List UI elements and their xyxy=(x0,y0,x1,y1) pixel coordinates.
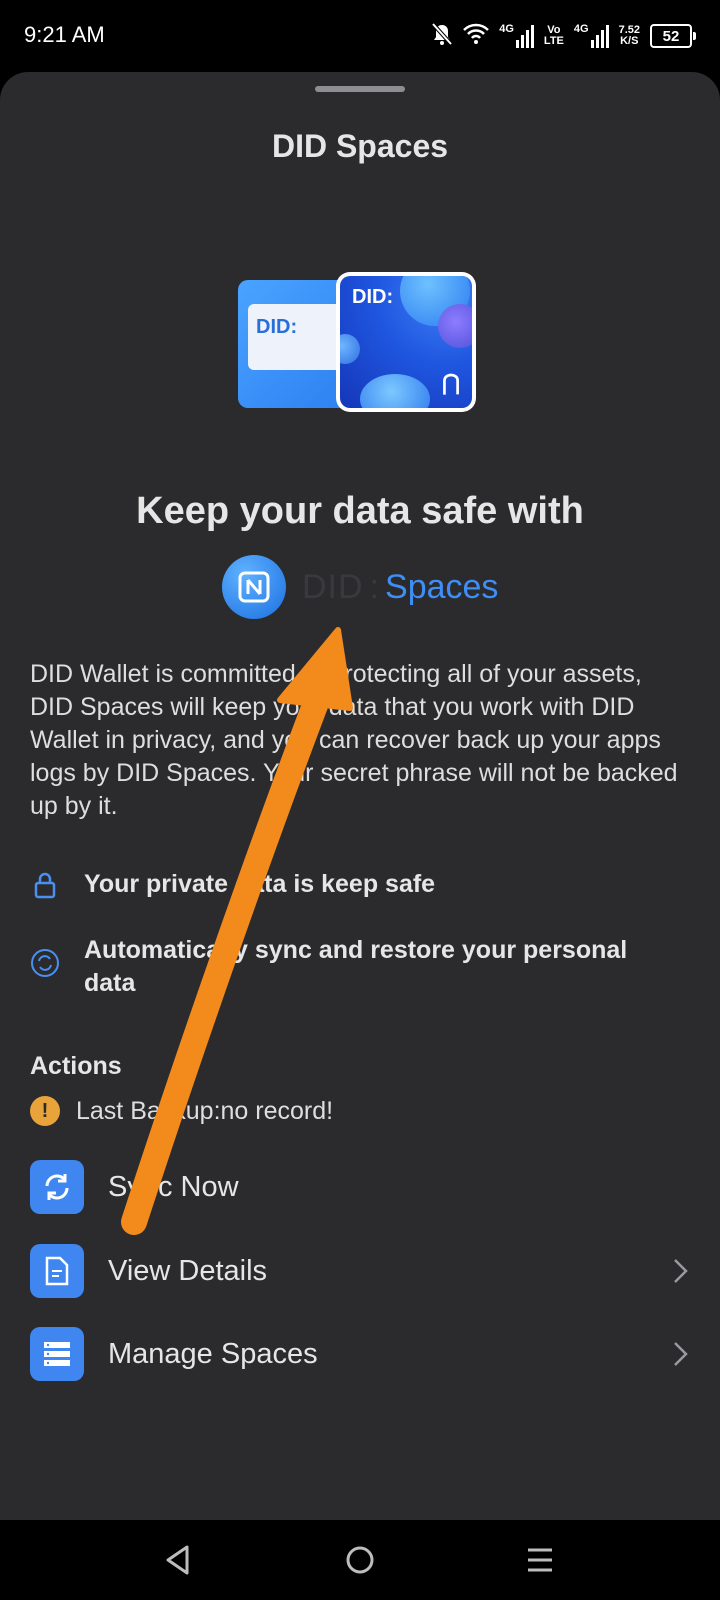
bottom-sheet: DID Spaces DID: ⋂ DID: ⋂ Keep your data … xyxy=(0,72,720,1520)
sync-circle-icon xyxy=(30,948,60,978)
brand-spaces-text: Spaces xyxy=(385,567,499,606)
last-backup-status: ! Last Backup:no record! xyxy=(30,1096,333,1126)
nav-home-button[interactable] xyxy=(340,1540,380,1580)
document-icon xyxy=(30,1244,84,1298)
description-text: DID Wallet is committed to protecting al… xyxy=(30,660,678,820)
signal-icon: 4G xyxy=(499,24,534,48)
lock-icon xyxy=(30,870,60,900)
brand-separator: : xyxy=(369,567,380,606)
system-nav-bar xyxy=(0,1520,720,1600)
sheet-title: DID Spaces xyxy=(271,128,449,164)
feature-text: Your private data is keep safe xyxy=(84,870,436,898)
chevron-right-icon xyxy=(670,1257,690,1285)
view-details-button[interactable]: View Details xyxy=(30,1243,690,1299)
nav-back-button[interactable] xyxy=(158,1540,198,1580)
last-backup-text: Last Backup:no record! xyxy=(76,1096,334,1125)
did-spaces-brand: DID : Spaces xyxy=(222,554,498,620)
sync-now-button[interactable]: Sync Now xyxy=(30,1159,690,1215)
card-back-label: DID: xyxy=(256,316,298,338)
status-bar: 9:21 AM 4G Vo LTE 4G 7.52 K/S 52 xyxy=(0,0,720,72)
signal-icon-2: 4G xyxy=(574,24,609,48)
sheet-drag-handle[interactable] xyxy=(315,86,405,92)
brand-did-text: DID xyxy=(302,567,364,606)
status-icons: 4G Vo LTE 4G 7.52 K/S 52 xyxy=(431,18,696,54)
volte-indicator: Vo LTE xyxy=(543,24,564,47)
storage-icon xyxy=(30,1327,84,1381)
manage-spaces-label: Manage Spaces xyxy=(108,1337,318,1370)
sync-now-label: Sync Now xyxy=(108,1170,239,1203)
did-logo-mini-icon: ⋂ xyxy=(441,370,460,395)
feature-auto-sync: Automatically sync and restore your pers… xyxy=(30,934,644,1000)
feature-text: Automatically sync and restore your pers… xyxy=(84,936,628,997)
warning-icon: ! xyxy=(30,1096,60,1126)
card-front-label: DID: xyxy=(352,286,394,308)
actions-heading: Actions xyxy=(30,1052,122,1080)
network-speed: 7.52 K/S xyxy=(618,24,640,47)
status-time: 9:21 AM xyxy=(24,22,105,47)
chevron-right-icon xyxy=(670,1340,690,1368)
did-card-front: DID: ⋂ xyxy=(336,272,476,412)
headline: Keep your data safe with xyxy=(136,490,584,532)
feature-private-data: Your private data is keep safe xyxy=(30,868,644,901)
view-details-label: View Details xyxy=(108,1254,268,1287)
battery-indicator: 52 xyxy=(650,24,696,48)
bell-muted-icon xyxy=(431,22,453,51)
hero-illustration: DID: ⋂ DID: ⋂ xyxy=(238,272,482,417)
did-spaces-logo-icon xyxy=(222,555,286,619)
wifi-icon xyxy=(463,23,490,50)
nav-menu-button[interactable] xyxy=(520,1540,560,1580)
manage-spaces-button[interactable]: Manage Spaces xyxy=(30,1326,690,1382)
sync-icon xyxy=(30,1160,84,1214)
